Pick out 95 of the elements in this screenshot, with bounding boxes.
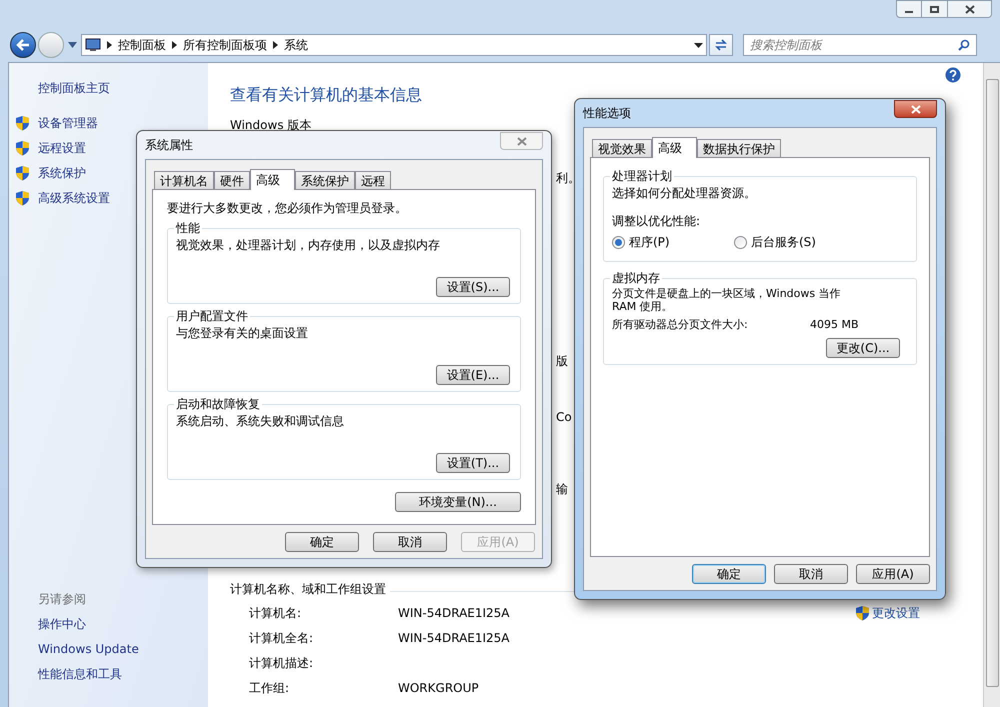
environment-variables-button[interactable]: 环境变量(N)...: [395, 492, 521, 512]
partial-text: 输: [556, 481, 568, 497]
partial-text: Co: [556, 409, 572, 425]
dialog-tab[interactable]: 远程: [355, 171, 391, 189]
dialog-button[interactable]: 确定: [285, 532, 359, 552]
property-label: 计算机名:: [249, 605, 302, 622]
property-value: WORKGROUP: [398, 680, 479, 697]
sidebar-link[interactable]: 设备管理器: [38, 114, 98, 132]
settings-button[interactable]: 设置(S)...: [436, 277, 510, 297]
property-value: WIN-54DRAE1I25A: [398, 605, 510, 622]
property-label: 计算机全名:: [249, 630, 314, 647]
back-arrow-icon: [16, 39, 30, 51]
group-title: 处理器计划: [610, 168, 674, 184]
dropdown-icon[interactable]: [694, 42, 703, 48]
refresh-icon: [714, 39, 728, 51]
radio-label: 程序(P): [629, 234, 670, 251]
group-description: 系统启动、系统失败和调试信息: [176, 413, 345, 429]
sidebar-link[interactable]: 远程设置: [38, 139, 86, 157]
admin-note: 要进行大多数更改，您必须作为管理员登录。: [167, 200, 408, 216]
group-title: 启动和故障恢复: [174, 396, 262, 412]
search-input[interactable]: 搜索控制面板: [750, 36, 958, 54]
control-panel-icon: [85, 38, 101, 52]
shield-icon: [855, 605, 870, 621]
dialog-button[interactable]: 应用(A): [856, 564, 930, 584]
dialog-tab[interactable]: 视觉效果: [592, 139, 652, 157]
sidebar-link[interactable]: Windows Update: [38, 640, 202, 658]
dialog-title: 系统属性: [145, 137, 193, 154]
close-button[interactable]: [894, 100, 937, 118]
sidebar-link[interactable]: 系统保护: [38, 164, 86, 182]
radio-button[interactable]: [734, 236, 747, 248]
dialog-button[interactable]: 确定: [692, 564, 766, 584]
shield-icon: [15, 165, 30, 181]
partial-text: 版: [556, 353, 568, 369]
property-value: WIN-54DRAE1I25A: [398, 630, 510, 647]
group-title: 虚拟内存: [610, 270, 662, 286]
chevron-icon[interactable]: [273, 41, 278, 49]
sidebar-link[interactable]: 操作中心: [38, 615, 202, 633]
dialog-button[interactable]: 取消: [774, 564, 848, 584]
dialog-button[interactable]: 取消: [373, 532, 447, 552]
dialog-title: 性能选项: [583, 105, 631, 122]
group-description: 分页文件是硬盘上的一块区域，Windows 当作 RAM 使用。: [612, 287, 842, 313]
radio-label: 后台服务(S): [751, 234, 816, 251]
minimize-icon: [905, 11, 913, 13]
breadcrumb[interactable]: 控制面板: [118, 36, 166, 54]
maximize-icon: [930, 6, 939, 12]
property-value: 4095 MB: [810, 317, 859, 333]
property-label: 工作组:: [249, 680, 290, 697]
dialog-tab[interactable]: 高级: [652, 137, 697, 158]
sidebar-link[interactable]: 高级系统设置: [38, 189, 110, 207]
settings-button[interactable]: 设置(E)...: [436, 365, 510, 385]
chevron-icon[interactable]: [172, 41, 177, 49]
partial-text: 利。: [556, 170, 580, 186]
shield-icon: [15, 190, 30, 206]
group-description: 选择如何分配处理器资源。: [612, 185, 757, 201]
shield-icon: [15, 140, 30, 156]
scrollbar-thumb[interactable]: [986, 79, 998, 687]
breadcrumb[interactable]: 所有控制面板项: [183, 36, 267, 54]
shield-icon: [15, 115, 30, 131]
back-button[interactable]: [10, 32, 36, 58]
option-prompt: 调整以优化性能:: [612, 213, 702, 229]
dialog-tab[interactable]: 计算机名: [154, 171, 214, 189]
section-heading: Windows 版本: [230, 117, 312, 133]
chevron-icon[interactable]: [107, 41, 112, 49]
see-also-heading: 另请参阅: [38, 591, 87, 608]
radio-button[interactable]: [612, 236, 625, 248]
property-label: 计算机描述:: [249, 655, 314, 672]
close-icon: [910, 104, 920, 114]
close-button[interactable]: [948, 0, 992, 18]
section-heading: 计算机名称、域和工作组设置: [230, 581, 386, 598]
breadcrumb[interactable]: 系统: [284, 36, 308, 54]
sidebar-link[interactable]: 性能信息和工具: [38, 665, 202, 683]
close-icon: [964, 4, 974, 14]
change-button[interactable]: 更改(C)...: [826, 338, 900, 358]
group-description: 与您登录有关的桌面设置: [176, 325, 309, 341]
group-description: 视觉效果，处理器计划，内存使用，以及虚拟内存: [176, 237, 441, 253]
maximize-button[interactable]: [922, 0, 948, 18]
settings-button[interactable]: 设置(T)...: [436, 453, 510, 473]
search-icon: [958, 39, 970, 51]
sidebar-home-link[interactable]: 控制面板主页: [38, 79, 202, 97]
dialog-tab[interactable]: 数据执行保护: [697, 139, 781, 157]
minimize-button[interactable]: [896, 0, 922, 18]
change-settings-link[interactable]: 更改设置: [872, 604, 920, 622]
dialog-tab[interactable]: 高级: [250, 169, 295, 190]
refresh-button[interactable]: [709, 34, 733, 56]
close-icon: [516, 136, 526, 146]
page-heading: 查看有关计算机的基本信息: [230, 84, 423, 106]
group-title: 性能: [174, 220, 202, 236]
dialog-tab[interactable]: 系统保护: [295, 171, 355, 189]
property-label: 所有驱动器总分页文件大小:: [612, 317, 749, 333]
group-title: 用户配置文件: [174, 308, 250, 324]
scrollbar[interactable]: [983, 63, 1000, 707]
search-field[interactable]: 搜索控制面板: [743, 34, 977, 56]
dialog-tab[interactable]: 硬件: [214, 171, 250, 189]
address-bar[interactable]: 控制面板 所有控制面板项 系统: [81, 34, 707, 56]
help-icon[interactable]: [945, 67, 961, 83]
